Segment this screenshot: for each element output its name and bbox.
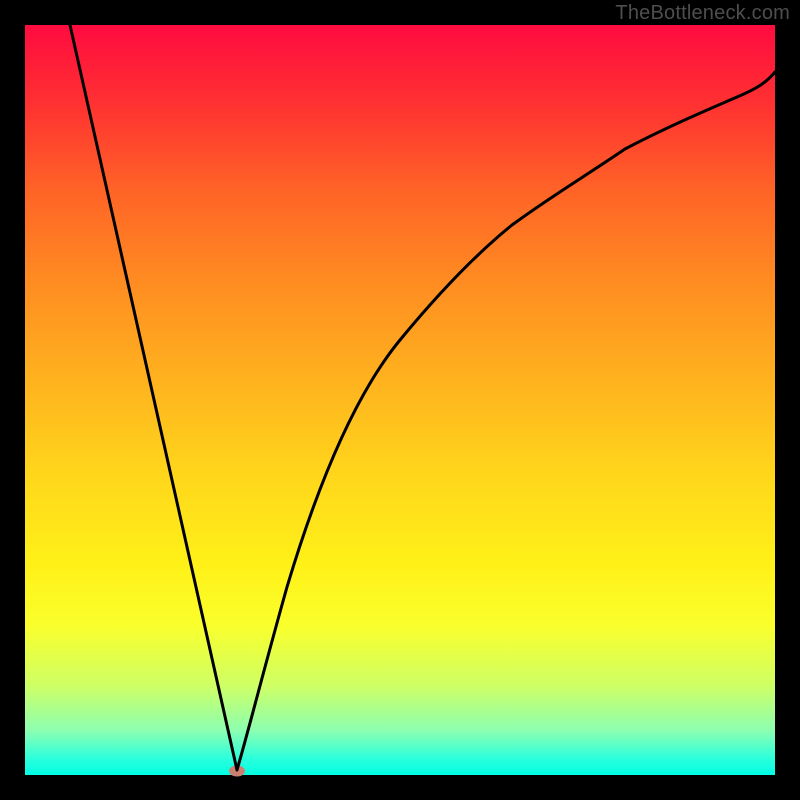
curve-path bbox=[70, 25, 775, 770]
watermark-text: TheBottleneck.com bbox=[615, 2, 790, 25]
bottleneck-curve bbox=[25, 25, 775, 775]
chart-frame: TheBottleneck.com bbox=[0, 0, 800, 800]
